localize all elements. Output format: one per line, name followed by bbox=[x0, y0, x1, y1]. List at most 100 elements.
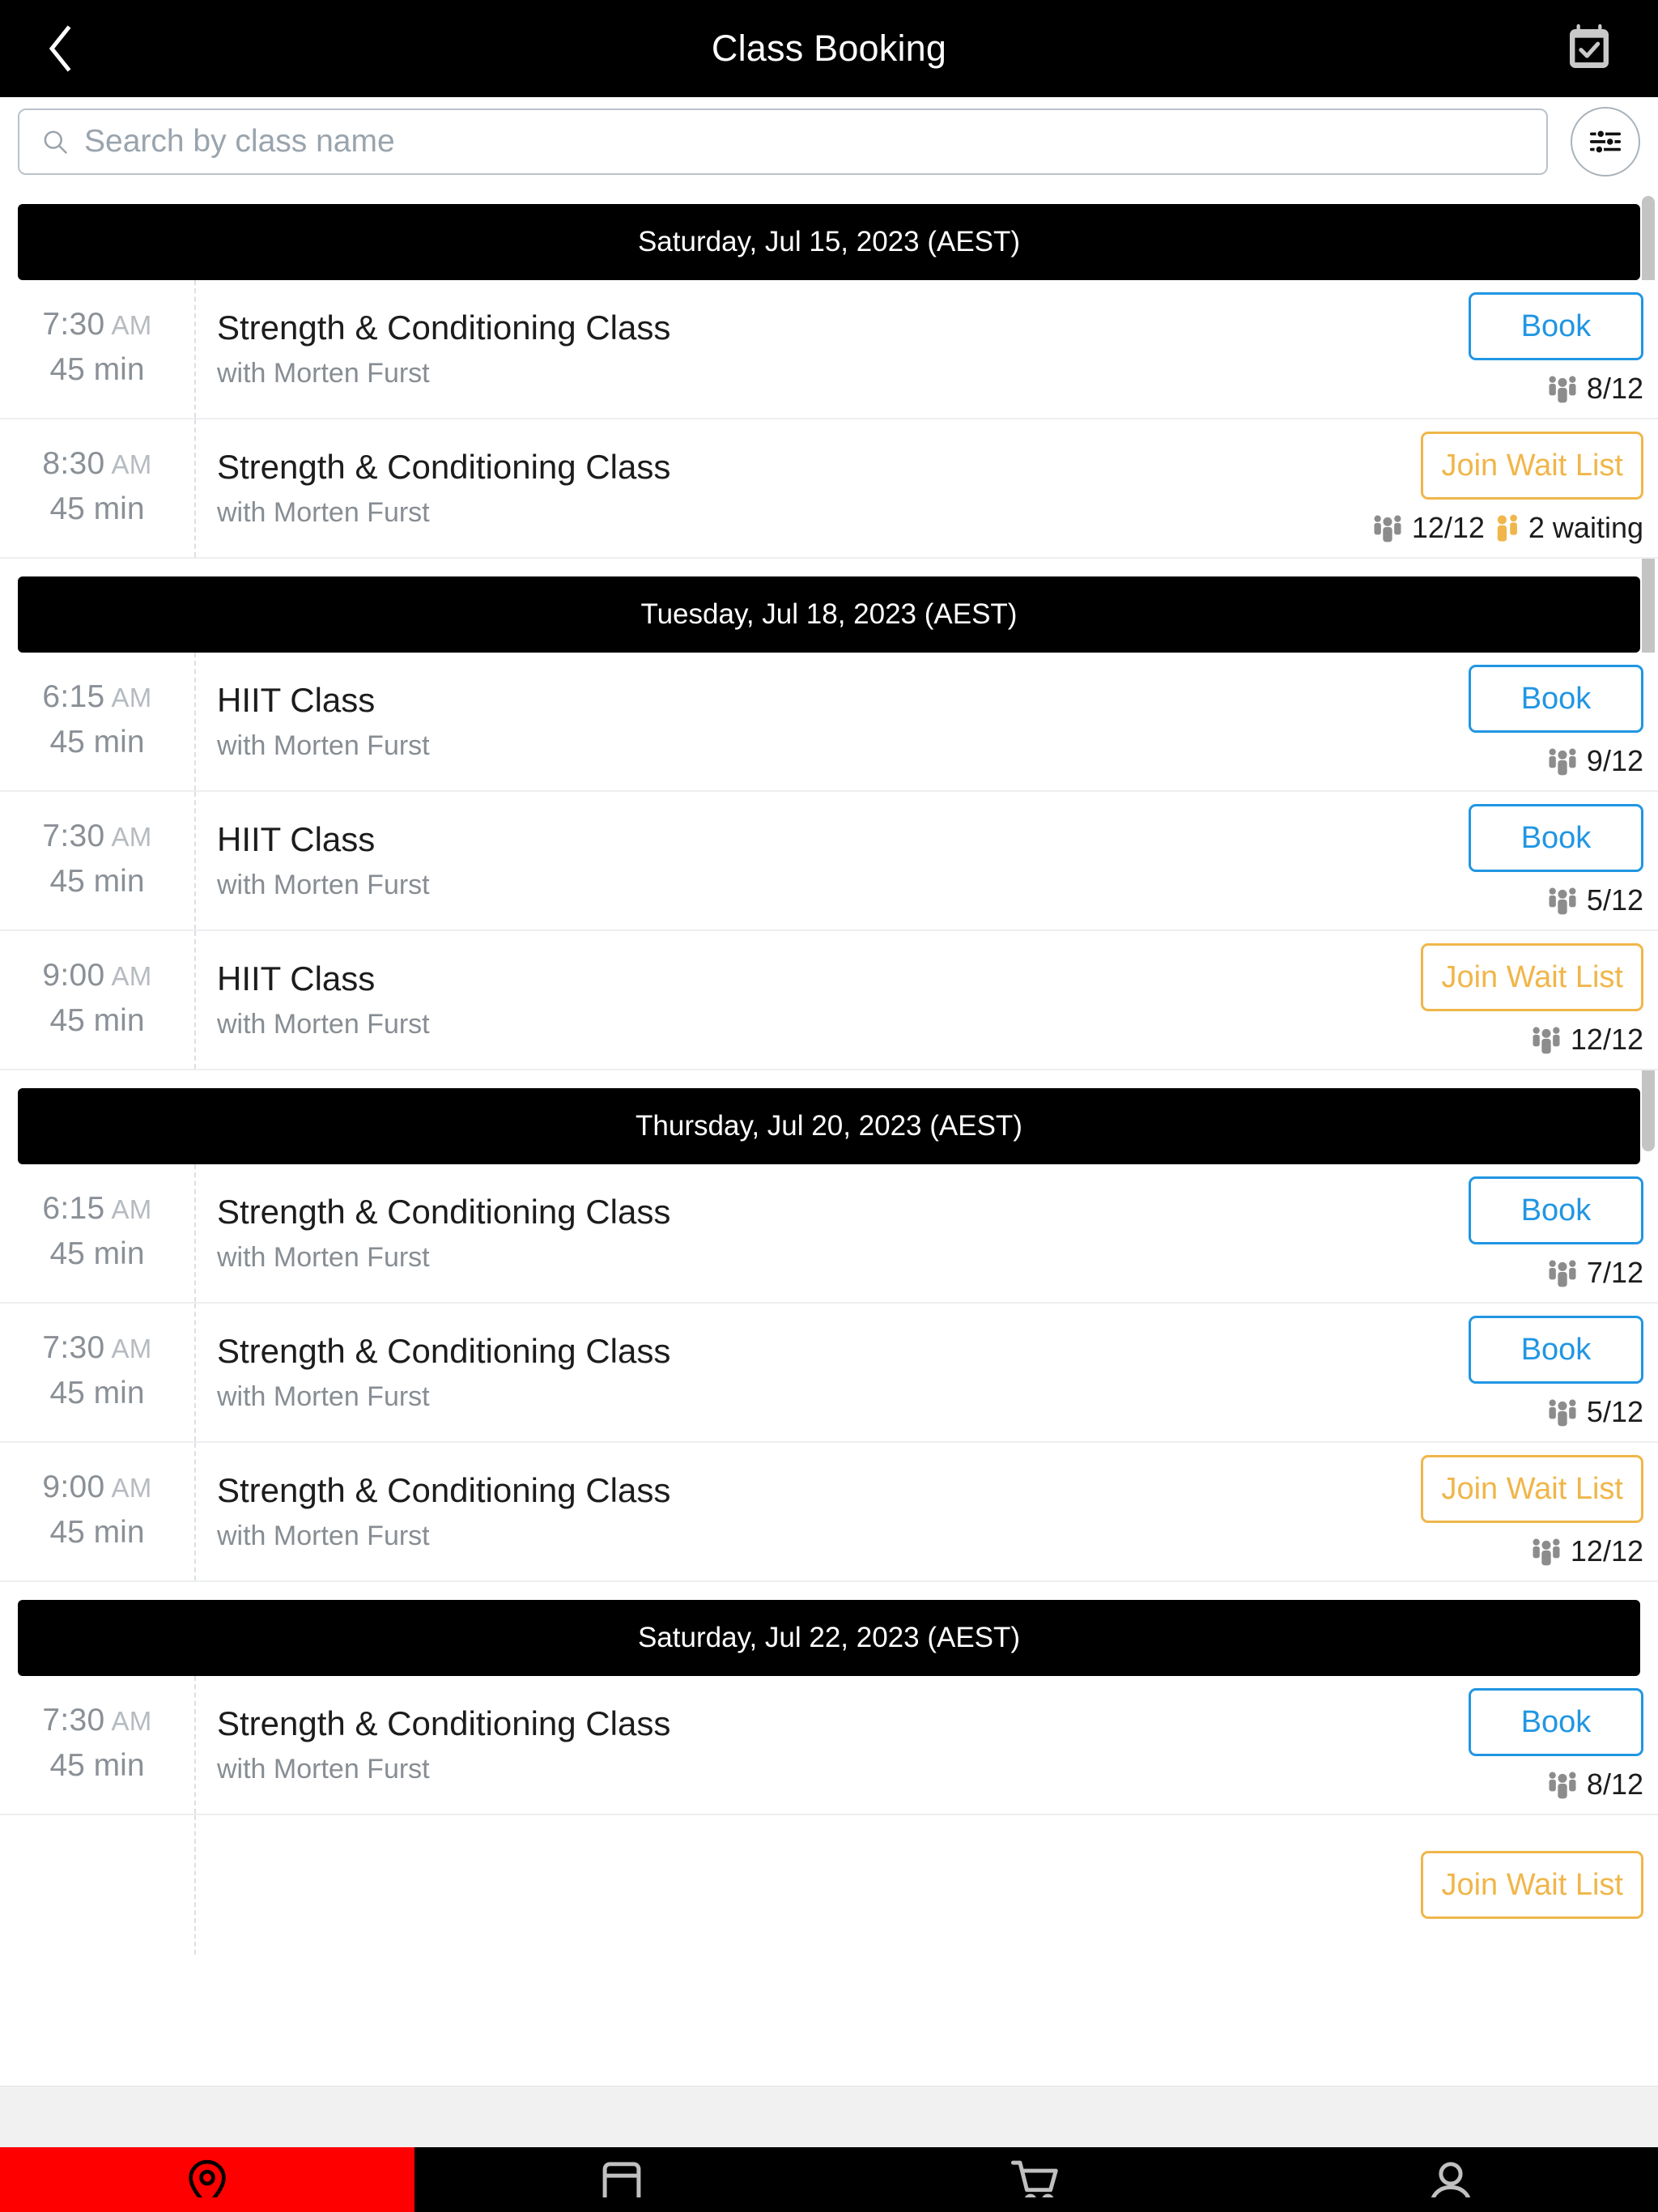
capacity-line: 7/12 bbox=[1546, 1256, 1643, 1290]
search-input[interactable] bbox=[84, 124, 1525, 160]
join-wait-list-button[interactable]: Join Wait List bbox=[1421, 1851, 1643, 1919]
join-wait-list-button[interactable]: Join Wait List bbox=[1421, 432, 1643, 500]
calendar-icon bbox=[602, 2162, 641, 2197]
book-button[interactable]: Book bbox=[1469, 292, 1643, 360]
class-info-column: HIIT Class with Morten Furst bbox=[196, 653, 1318, 790]
capacity-line: 8/12 bbox=[1546, 1767, 1643, 1802]
page-title: Class Booking bbox=[711, 28, 947, 69]
people-group-icon bbox=[1549, 376, 1576, 403]
class-duration: 45 min bbox=[49, 725, 145, 759]
class-action-column: Book 5/12 bbox=[1318, 1304, 1658, 1441]
class-start-time: 9:00 AM bbox=[42, 958, 152, 993]
class-duration: 45 min bbox=[49, 1748, 145, 1783]
nav-item-book-now[interactable]: Book Now bbox=[0, 2147, 414, 2212]
capacity-count: 12/12 bbox=[1570, 1534, 1643, 1568]
class-start-time: 6:15 AM bbox=[42, 679, 152, 714]
capacity-count: 8/12 bbox=[1586, 1767, 1643, 1801]
my-bookings-button[interactable] bbox=[1545, 0, 1634, 97]
class-info-column: HIIT Class with Morten Furst bbox=[196, 931, 1318, 1069]
class-duration: 45 min bbox=[49, 352, 145, 387]
class-time-column: 8:30 AM 45 min bbox=[0, 419, 196, 557]
class-row[interactable]: 9:00 AM 45 min HIIT Class with Morten Furst J… bbox=[0, 931, 1658, 1070]
day-header-label: Saturday, Jul 22, 2023 (AEST) bbox=[637, 1622, 1021, 1653]
capacity-group: 7/12 bbox=[1546, 1256, 1643, 1290]
class-start-time: 6:15 AM bbox=[42, 1191, 152, 1226]
book-button[interactable]: Book bbox=[1469, 1688, 1643, 1756]
filter-button[interactable] bbox=[1571, 107, 1640, 177]
people-group-icon bbox=[1549, 1399, 1576, 1427]
class-time-meridiem: AM bbox=[111, 1194, 152, 1224]
day-header-label: Thursday, Jul 20, 2023 (AEST) bbox=[636, 1110, 1022, 1142]
class-info-column: Strength & Conditioning Class with Morten… bbox=[196, 280, 1318, 418]
class-row[interactable]: Join Wait List bbox=[0, 1815, 1658, 1955]
class-action-column: Book 8/12 bbox=[1318, 280, 1658, 418]
class-time-column: 7:30 AM 45 min bbox=[0, 1676, 196, 1814]
class-instructor: with Morten Furst bbox=[217, 1521, 430, 1552]
class-name: Strength & Conditioning Class bbox=[217, 1704, 671, 1742]
chevron-left-icon bbox=[49, 25, 71, 72]
class-row[interactable]: 7:30 AM 45 min Strength & Conditioning Clas… bbox=[0, 1676, 1658, 1815]
class-instructor: with Morten Furst bbox=[217, 870, 430, 901]
capacity-group: 5/12 bbox=[1546, 1395, 1643, 1429]
calendar-check-icon bbox=[1570, 23, 1609, 68]
book-button[interactable]: Book bbox=[1469, 1316, 1643, 1384]
waiting-count: 2 waiting bbox=[1528, 511, 1643, 544]
book-button[interactable]: Book bbox=[1469, 665, 1643, 733]
class-time-meridiem: AM bbox=[111, 961, 152, 991]
class-start-time: 7:30 AM bbox=[42, 819, 152, 853]
nav-item-my-profile[interactable]: My Profile bbox=[1244, 2147, 1658, 2212]
class-name: HIIT Class bbox=[217, 819, 376, 858]
class-time-meridiem: AM bbox=[111, 1473, 152, 1503]
book-button[interactable]: Book bbox=[1469, 1176, 1643, 1244]
class-info-column: HIIT Class with Morten Furst bbox=[196, 792, 1318, 929]
class-info-column: Strength & Conditioning Class with Morten… bbox=[196, 1304, 1318, 1441]
book-button[interactable]: Book bbox=[1469, 804, 1643, 872]
capacity-group: 8/12 bbox=[1546, 1767, 1643, 1802]
class-schedule-list[interactable]: Saturday, Jul 15, 2023 (AEST) 7:30 AM 45 mi… bbox=[0, 186, 1658, 2086]
search-field[interactable] bbox=[18, 108, 1548, 175]
class-instructor: with Morten Furst bbox=[217, 1009, 430, 1040]
day-header-label: Tuesday, Jul 18, 2023 (AEST) bbox=[640, 598, 1018, 630]
class-row[interactable]: 6:15 AM 45 min HIIT Class with Morten Furst B… bbox=[0, 653, 1658, 792]
class-time-meridiem: AM bbox=[111, 683, 152, 713]
class-action-column: Join Wait List bbox=[1318, 1815, 1658, 1955]
join-wait-list-button[interactable]: Join Wait List bbox=[1421, 1455, 1643, 1523]
shopping-cart-icon bbox=[1010, 2160, 1058, 2197]
class-name: Strength & Conditioning Class bbox=[217, 308, 671, 347]
capacity-count: 7/12 bbox=[1586, 1256, 1643, 1289]
nav-icon-wrapper bbox=[181, 2147, 234, 2197]
class-row[interactable]: 6:15 AM 45 min Strength & Conditioning Clas… bbox=[0, 1164, 1658, 1304]
class-instructor: with Morten Furst bbox=[217, 1754, 430, 1785]
class-time-meridiem: AM bbox=[111, 310, 152, 340]
capacity-line: 9/12 bbox=[1546, 744, 1643, 778]
class-start-time: 8:30 AM bbox=[42, 446, 152, 481]
nav-item-my-schedule[interactable]: My Schedule bbox=[414, 2147, 829, 2212]
capacity-line: 12/12 2 waiting bbox=[1371, 511, 1643, 545]
search-icon bbox=[44, 130, 67, 154]
class-row[interactable]: 7:30 AM 45 min Strength & Conditioning Clas… bbox=[0, 1304, 1658, 1443]
class-action-column: Book 7/12 bbox=[1318, 1164, 1658, 1302]
class-time-meridiem: AM bbox=[111, 1334, 152, 1363]
capacity-line: 8/12 bbox=[1546, 372, 1643, 406]
class-row[interactable]: 7:30 AM 45 min Strength & Conditioning Clas… bbox=[0, 280, 1658, 419]
join-wait-list-button[interactable]: Join Wait List bbox=[1421, 943, 1643, 1011]
nav-icon-wrapper bbox=[1424, 2147, 1477, 2197]
class-row[interactable]: 7:30 AM 45 min HIIT Class with Morten Furst B… bbox=[0, 792, 1658, 931]
class-row[interactable]: 8:30 AM 45 min Strength & Conditioning Clas… bbox=[0, 419, 1658, 559]
capacity-count: 8/12 bbox=[1586, 372, 1643, 405]
class-info-column: Strength & Conditioning Class with Morten… bbox=[196, 419, 1318, 557]
capacity-group: 5/12 bbox=[1546, 883, 1643, 917]
capacity-count: 12/12 bbox=[1411, 511, 1485, 544]
class-row[interactable]: 9:00 AM 45 min Strength & Conditioning Clas… bbox=[0, 1443, 1658, 1582]
class-instructor: with Morten Furst bbox=[217, 1242, 430, 1274]
class-time-column: 7:30 AM 45 min bbox=[0, 792, 196, 929]
day-header-label: Saturday, Jul 15, 2023 (AEST) bbox=[637, 226, 1021, 257]
back-button[interactable] bbox=[16, 0, 105, 97]
capacity-count: 5/12 bbox=[1586, 883, 1643, 917]
nav-item-store[interactable]: Store bbox=[829, 2147, 1244, 2212]
class-duration: 45 min bbox=[49, 1376, 145, 1410]
class-start-time: 7:30 AM bbox=[42, 1703, 152, 1738]
class-time-column: 9:00 AM 45 min bbox=[0, 931, 196, 1069]
class-duration: 45 min bbox=[49, 864, 145, 899]
capacity-group: 12/12 bbox=[1530, 1023, 1643, 1057]
